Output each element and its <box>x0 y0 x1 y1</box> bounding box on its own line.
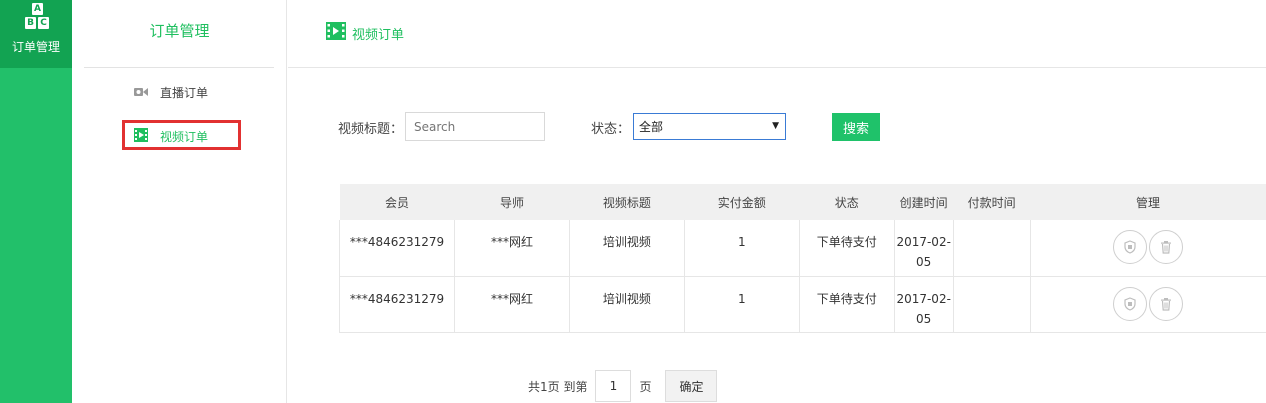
trash-icon <box>1161 241 1172 254</box>
cell-amount: 1 <box>684 220 800 277</box>
cell-video-title: 培训视频 <box>569 276 685 333</box>
cell-status: 下单待支付 <box>799 220 895 277</box>
table-row: ***4846231279 ***网红 培训视频 1 下单待支付 2017-02… <box>339 220 1266 277</box>
cell-member: ***4846231279 <box>339 276 455 333</box>
column-header: 会员 <box>339 184 455 220</box>
created-time-line2: 05 <box>916 311 932 326</box>
video-title-label: 视频标题： <box>338 122 404 137</box>
cell-paid-time <box>953 220 1031 277</box>
logo-letter-c: C <box>38 17 49 29</box>
shield-icon <box>1124 240 1136 254</box>
highlight-box <box>122 120 241 150</box>
status-label: 状态： <box>591 122 631 137</box>
logo-letter-a: A <box>32 3 43 15</box>
confirm-page-button[interactable]: 确定 <box>665 370 718 402</box>
table-row: ***4846231279 ***网红 培训视频 1 下单待支付 2017-02… <box>339 276 1266 333</box>
main-rail: A B C 订单管理 <box>0 0 72 403</box>
pagination: 共1页 到第 页 确定 <box>528 369 718 403</box>
search-button[interactable]: 搜索 <box>832 113 880 141</box>
menu-item-live-orders[interactable]: 直播订单 <box>134 84 208 101</box>
rail-item-order-management[interactable]: A B C 订单管理 <box>0 0 72 68</box>
logo-letter-b: B <box>25 17 36 29</box>
cell-paid-time <box>953 276 1031 333</box>
column-header: 实付金额 <box>684 184 800 220</box>
cell-manage <box>1030 276 1266 333</box>
cell-created-time: 2017-02- 05 <box>894 220 954 277</box>
trash-icon <box>1161 297 1172 311</box>
menu-divider <box>84 67 274 68</box>
app: A B C 订单管理 订单管理 直播订单 视频订单 视频订单 视频标题： Sea… <box>0 0 1266 403</box>
cell-video-title: 培训视频 <box>569 220 685 277</box>
created-time-line1: 2017-02- <box>896 291 951 306</box>
shield-icon <box>1124 296 1136 311</box>
cell-status: 下单待支付 <box>799 276 895 333</box>
main-content: 视频订单 视频标题： 状态： 全部 ▼ 搜索 会员 导师 视频标题 实付金额 状… <box>288 0 1266 403</box>
abc-blocks-icon: A B C <box>25 3 49 31</box>
cell-manage <box>1030 220 1266 277</box>
cell-mentor: ***网红 <box>454 276 570 333</box>
orders-table: 会员 导师 视频标题 实付金额 状态 创建时间 付款时间 管理 ***48462… <box>339 184 1266 333</box>
page-title-text: 视频订单 <box>352 27 405 43</box>
column-header: 创建时间 <box>894 184 954 220</box>
audit-button[interactable] <box>1113 230 1148 264</box>
menu-title: 订单管理 <box>149 22 210 40</box>
audit-button[interactable] <box>1113 286 1148 321</box>
column-header: 导师 <box>454 184 570 220</box>
column-header: 状态 <box>799 184 895 220</box>
video-title-search-input[interactable] <box>405 112 545 141</box>
page-header: 视频订单 <box>288 0 1266 68</box>
rail-item-label: 订单管理 <box>11 40 60 54</box>
status-select-value: 全部 <box>639 120 664 134</box>
status-select[interactable]: 全部 ▼ <box>633 113 786 140</box>
chevron-down-icon: ▼ <box>772 121 779 131</box>
cell-amount: 1 <box>684 276 800 333</box>
menu-item-label: 直播订单 <box>160 86 209 100</box>
page-number-input[interactable] <box>595 370 632 402</box>
page-title: 视频订单 <box>326 22 404 44</box>
pager-prefix: 共1页 到第 <box>528 379 588 394</box>
cell-member: ***4846231279 <box>339 220 455 277</box>
pager-suffix: 页 <box>639 379 652 394</box>
secondary-menu: 订单管理 直播订单 视频订单 <box>72 0 287 403</box>
cell-mentor: ***网红 <box>454 220 570 277</box>
table-header-row: 会员 导师 视频标题 实付金额 状态 创建时间 付款时间 管理 <box>339 184 1266 220</box>
column-header: 付款时间 <box>953 184 1031 220</box>
column-header: 管理 <box>1030 184 1266 220</box>
cell-created-time: 2017-02- 05 <box>894 276 954 333</box>
delete-button[interactable] <box>1149 286 1184 321</box>
camera-icon <box>134 86 148 100</box>
film-icon <box>326 22 346 44</box>
column-header: 视频标题 <box>569 184 685 220</box>
delete-button[interactable] <box>1149 230 1184 264</box>
created-time-line1: 2017-02- <box>896 235 951 249</box>
created-time-line2: 05 <box>916 255 932 269</box>
